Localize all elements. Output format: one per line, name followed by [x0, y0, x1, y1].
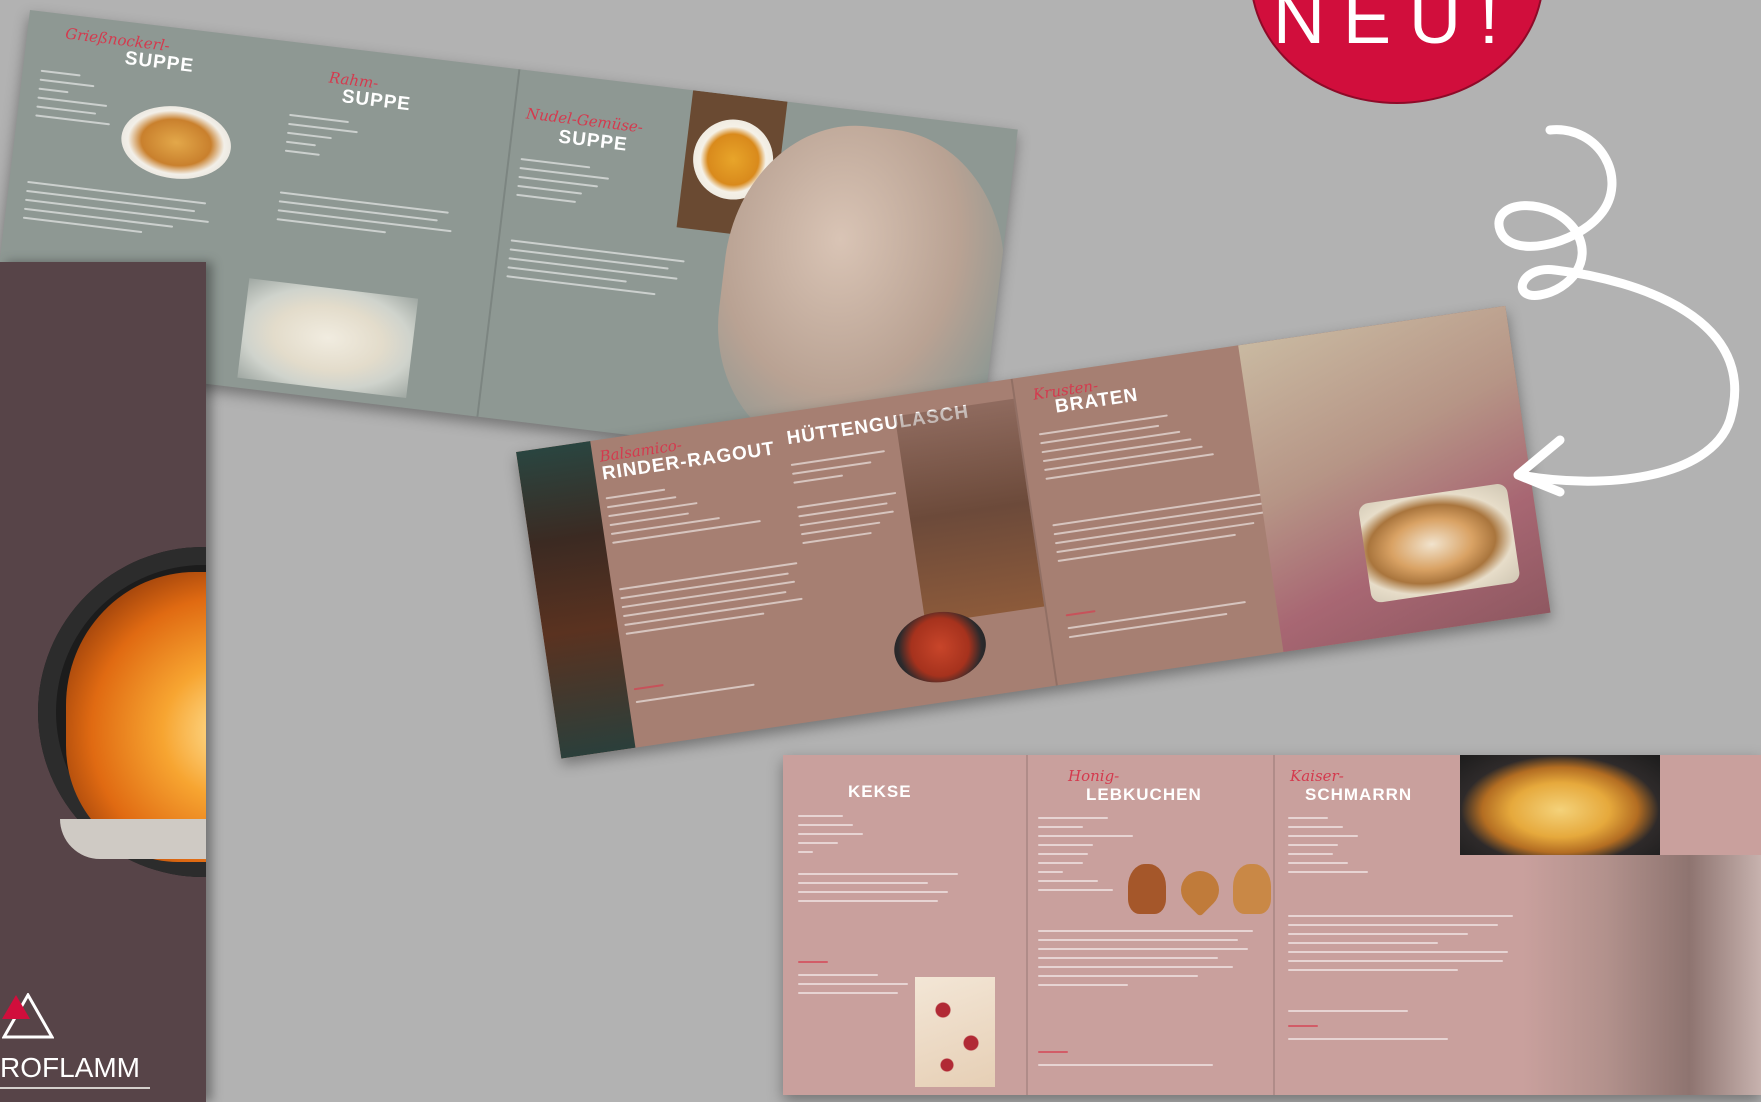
recipe-script-honig: Honig-: [1068, 767, 1120, 785]
ingredients-text: [790, 448, 904, 491]
gulasch-bowl-photo: [889, 605, 991, 689]
tip-text: [633, 660, 785, 710]
recipe-title-rahm-suppe: SUPPE: [340, 86, 413, 116]
stove-base: [60, 819, 206, 859]
cover-brand-rule: [0, 1087, 150, 1089]
roflamm-logo-icon: [2, 993, 54, 1039]
spread-gutter: [1273, 755, 1275, 1095]
recipe-title-kaiserschmarrn: SCHMARRN: [1305, 785, 1413, 804]
couple-in-snow-photo: [1523, 855, 1761, 1095]
cover-brand-name: ROFLAMM: [0, 1052, 140, 1083]
cookie-stars-photo: [915, 977, 995, 1087]
preparation-text: [1288, 915, 1518, 978]
preparation-text: [506, 239, 690, 305]
recipe-script-kaiser: Kaiser-: [1290, 767, 1344, 785]
ingredients-text: [798, 815, 898, 860]
ingredients-text: [284, 113, 389, 171]
ingredients-text: [34, 69, 125, 134]
preparation-text: [796, 490, 912, 551]
gingerbread-cookies-photo: [1123, 859, 1273, 919]
preparation-text: [1052, 491, 1286, 569]
tip-text: [798, 955, 928, 1001]
rinder-ragout-photo: [516, 441, 636, 759]
tip-text: [1038, 1045, 1238, 1073]
sweets-recipes-spread: KEKSE Honig- LEBKUCHEN Kaiser- SCHMARRN: [783, 755, 1761, 1095]
preparation-text: [22, 180, 216, 249]
preparation-text: [276, 191, 459, 248]
preparation-text: [798, 873, 978, 909]
recipe-title-kekse: KEKSE: [848, 782, 912, 801]
tip-text: [1288, 1010, 1468, 1047]
preparation-text: [1038, 930, 1258, 993]
rahm-soup-photo: [237, 278, 419, 398]
recipe-title-griessnockerl-suppe: SUPPE: [123, 47, 196, 78]
spread-gutter: [1026, 755, 1028, 1095]
ingredients-text: [605, 475, 762, 550]
new-badge-text: NEU!: [1272, 0, 1518, 59]
ingredients-text: [515, 158, 630, 216]
kaiserschmarrn-pan-photo: [1460, 755, 1660, 855]
campfire-pot-photo: [894, 398, 1045, 625]
ingredients-text: [1288, 817, 1388, 880]
recipe-title-honig-lebkuchen: LEBKUCHEN: [1086, 785, 1202, 804]
tip-text: [1065, 579, 1268, 645]
cover-image-area: [0, 262, 206, 1102]
griessnockerl-soup-photo: [117, 100, 236, 185]
preparation-text: [619, 562, 805, 642]
curly-arrow-icon: [1494, 125, 1740, 497]
